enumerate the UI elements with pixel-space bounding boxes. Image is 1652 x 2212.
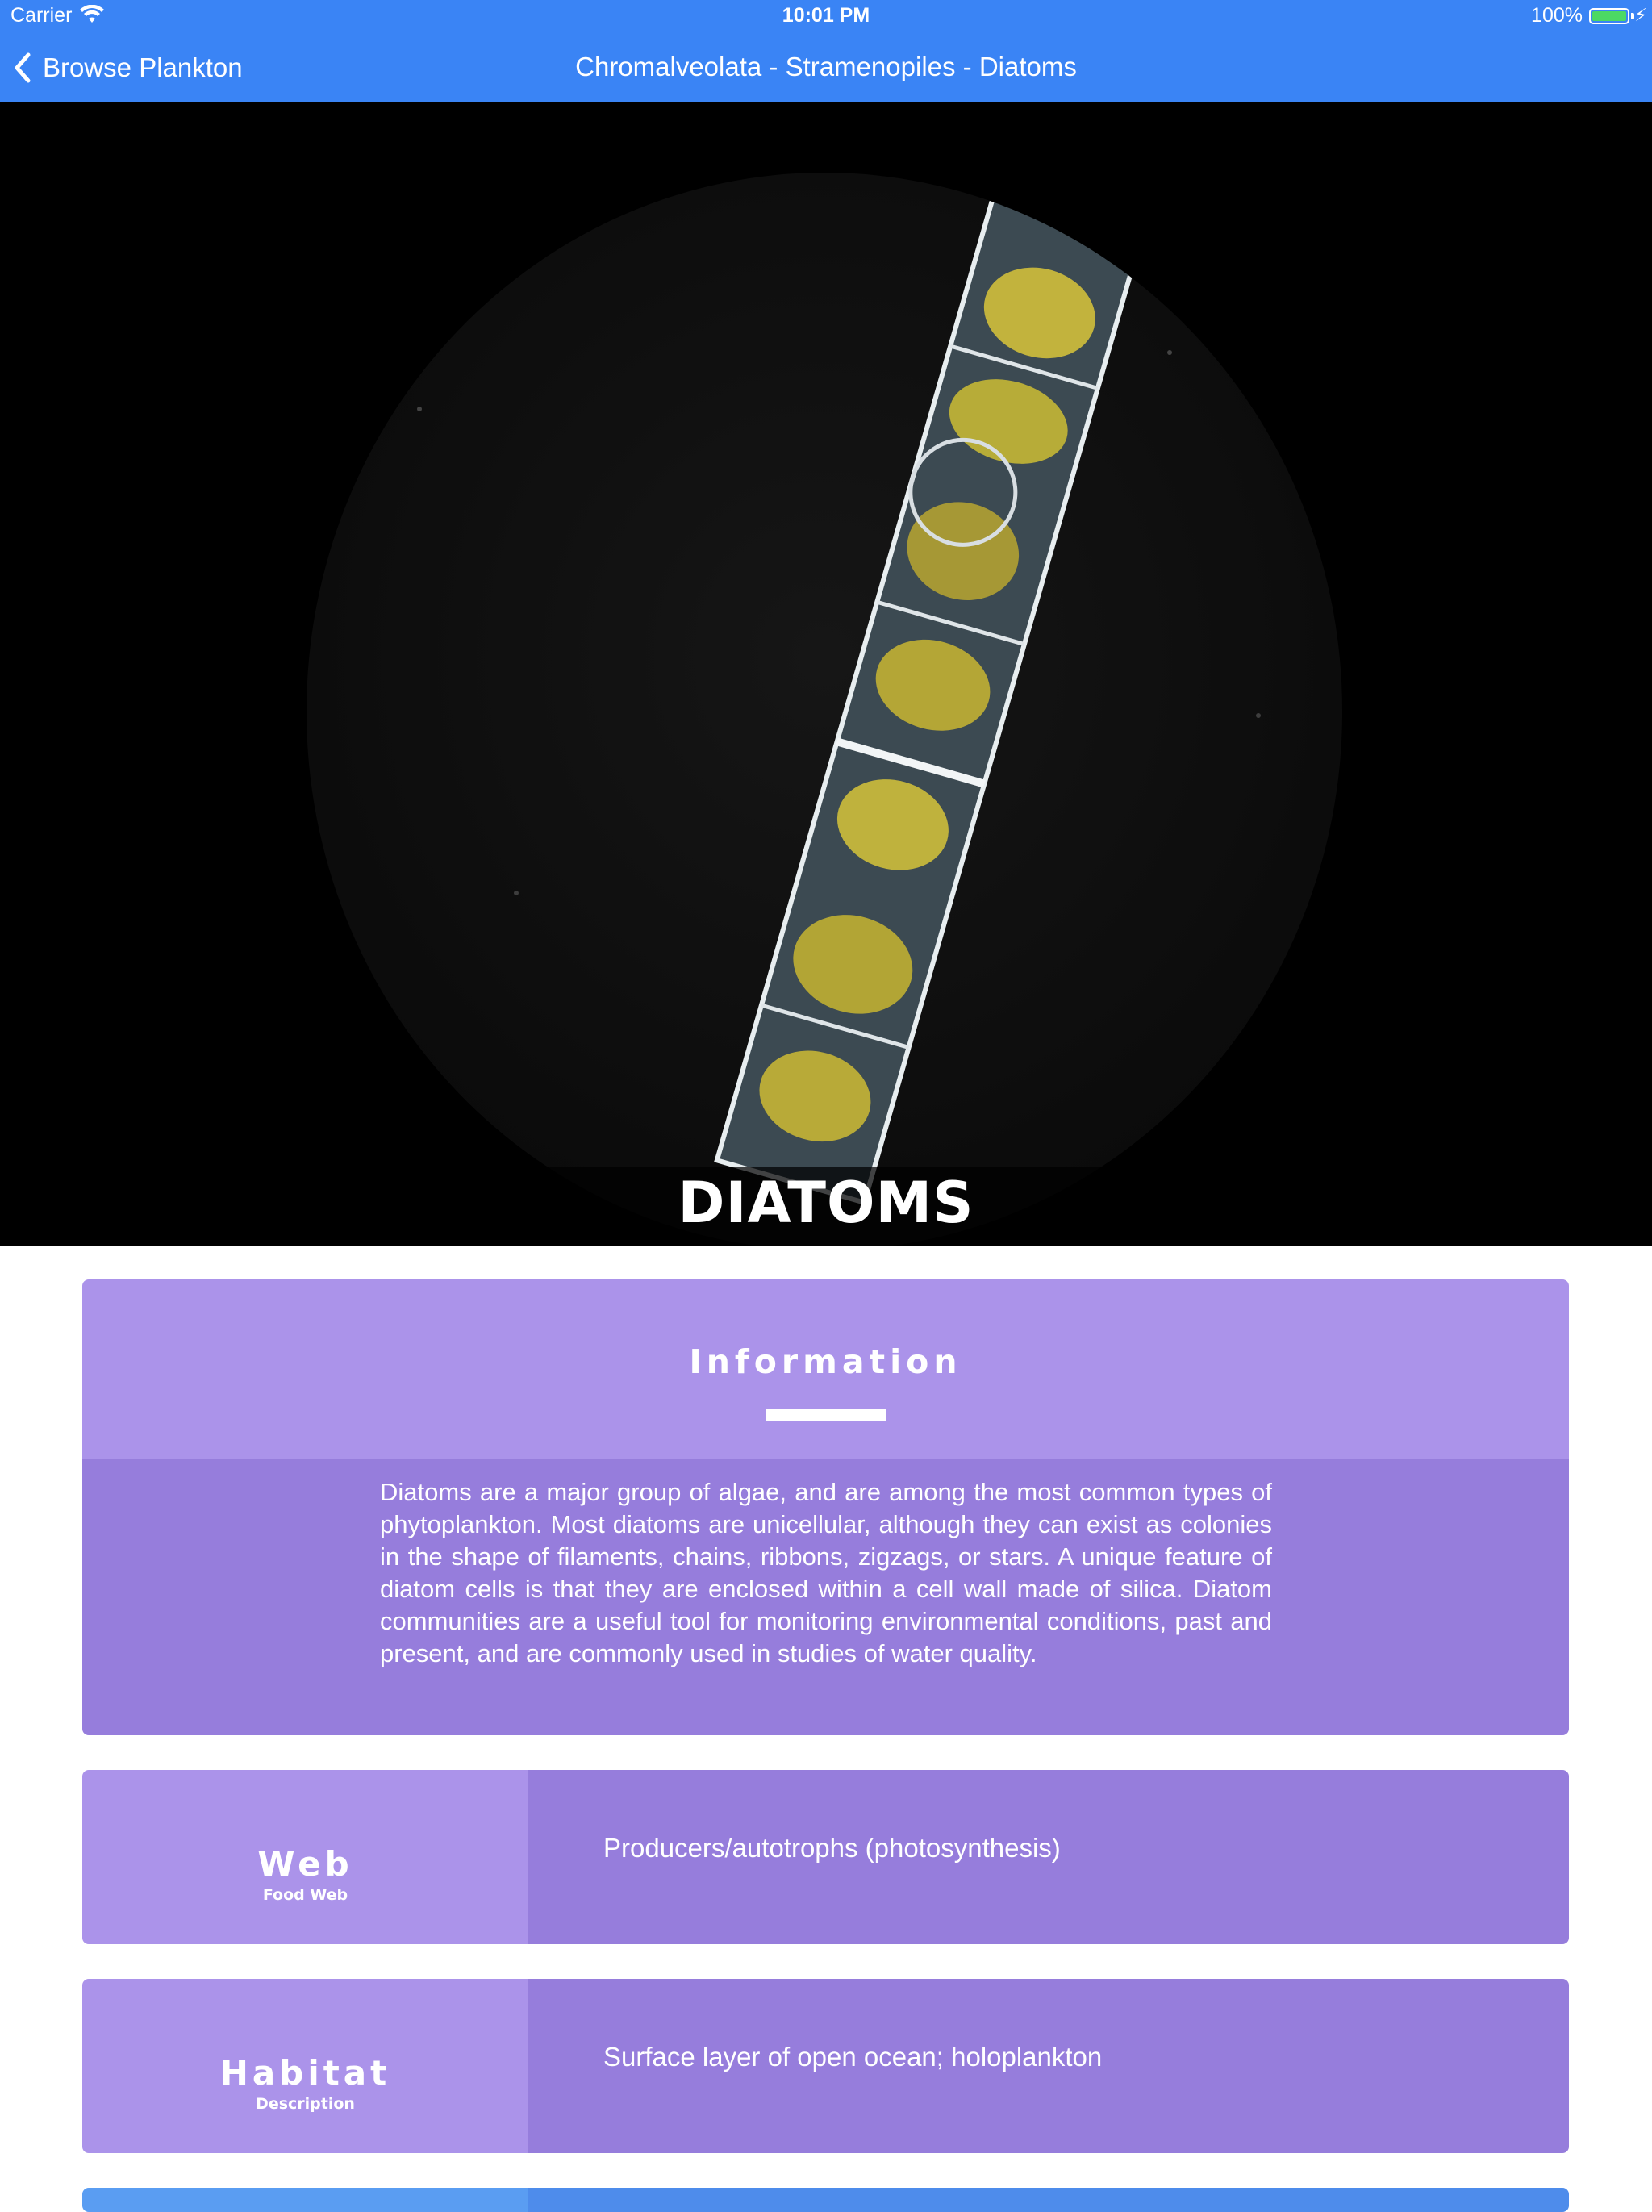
- battery-percent: 100%: [1531, 4, 1583, 27]
- nav-title: Chromalveolata - Stramenopiles - Diatoms: [575, 52, 1077, 81]
- title-underline: [766, 1409, 886, 1421]
- habitat-label-panel: Habitat Description: [82, 1979, 528, 2153]
- information-title: Information: [689, 1342, 962, 1381]
- information-body: Diatoms are a major group of algae, and …: [82, 1459, 1569, 1735]
- information-card: Information Diatoms are a major group of…: [82, 1279, 1569, 1735]
- food-web-card: Web Food Web Producers/autotrophs (photo…: [82, 1770, 1569, 1944]
- microscope-image: [0, 173, 1652, 1246]
- food-web-label-panel: Web Food Web: [82, 1770, 528, 1944]
- information-text: Diatoms are a major group of algae, and …: [380, 1478, 1272, 1667]
- next-card-right: [528, 2188, 1569, 2212]
- specimen-title: DIATOMS: [678, 1170, 974, 1236]
- information-header: Information: [82, 1279, 1569, 1459]
- charging-bolt-icon: ⚡: [1634, 5, 1647, 25]
- next-card-partial: [82, 2188, 1569, 2212]
- next-card-left: [82, 2188, 528, 2212]
- navigation-bar: Carrier 10:01 PM 100% ⚡ Browse Plankton …: [0, 0, 1652, 102]
- battery-tip: [1631, 13, 1634, 19]
- habitat-card: Habitat Description Surface layer of ope…: [82, 1979, 1569, 2153]
- battery-icon: [1589, 8, 1629, 24]
- habitat-subtitle: Description: [256, 2095, 355, 2113]
- habitat-title: Habitat: [219, 2053, 391, 2093]
- food-web-title: Web: [257, 1844, 353, 1884]
- status-bar: Carrier 10:01 PM 100% ⚡: [0, 0, 1652, 32]
- food-web-subtitle: Food Web: [262, 1886, 348, 1904]
- food-web-value-panel: Producers/autotrophs (photosynthesis): [528, 1770, 1569, 1944]
- food-web-text: Producers/autotrophs (photosynthesis): [603, 1833, 1061, 1863]
- habitat-value-panel: Surface layer of open ocean; holoplankto…: [528, 1979, 1569, 2153]
- habitat-text: Surface layer of open ocean; holoplankto…: [603, 2042, 1103, 2072]
- specimen-photo: [0, 102, 1652, 1246]
- status-time: 10:01 PM: [782, 4, 870, 27]
